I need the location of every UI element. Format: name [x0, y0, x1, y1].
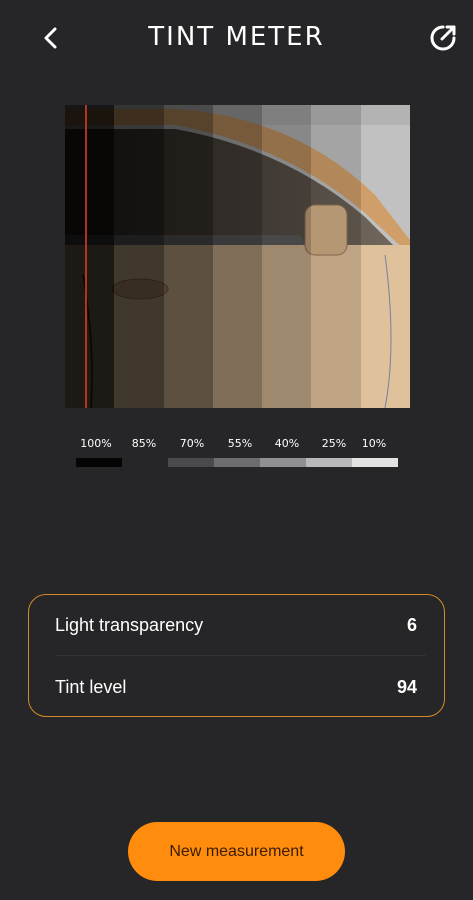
tint-preview[interactable] [65, 105, 410, 408]
scale-bar-100[interactable] [76, 458, 122, 467]
tint-scale-labels: 100% 85% 70% 55% 40% 25% 10% [75, 437, 405, 453]
tint-level-value: 94 [396, 677, 417, 697]
scale-bar-85[interactable] [122, 458, 168, 467]
card-divider [55, 655, 426, 656]
light-transparency-value: 6 [406, 615, 417, 635]
tint-level-row: Tint level 94 [55, 673, 417, 703]
scale-bar-70[interactable] [168, 458, 214, 467]
scale-bar-10[interactable] [352, 458, 398, 467]
tint-level-label: Tint level [55, 677, 127, 697]
share-button[interactable] [427, 22, 459, 54]
light-transparency-label: Light transparency [55, 615, 204, 635]
share-external-icon [430, 25, 456, 51]
scale-bar-55[interactable] [214, 458, 260, 467]
scale-label-40[interactable]: 40% [264, 437, 310, 450]
new-measurement-button[interactable]: New measurement [128, 822, 345, 881]
scale-label-70[interactable]: 70% [169, 437, 215, 450]
scale-label-55[interactable]: 55% [217, 437, 263, 450]
tint-meter-screen: TINT METER 100% 85% 70% 55% 40% 25% 10% … [0, 0, 473, 900]
scale-bar-40[interactable] [260, 458, 306, 467]
light-transparency-row: Light transparency 6 [55, 611, 417, 641]
page-title: TINT METER [148, 22, 325, 52]
car-window-image [65, 105, 410, 408]
results-card: Light transparency 6 Tint level 94 [28, 594, 445, 717]
scale-label-100[interactable]: 100% [73, 437, 119, 450]
scale-label-10[interactable]: 10% [351, 437, 397, 450]
scale-bar-25[interactable] [306, 458, 352, 467]
app-header: TINT METER [0, 0, 473, 78]
tint-scale-bars [76, 458, 398, 467]
scale-label-85[interactable]: 85% [121, 437, 167, 450]
